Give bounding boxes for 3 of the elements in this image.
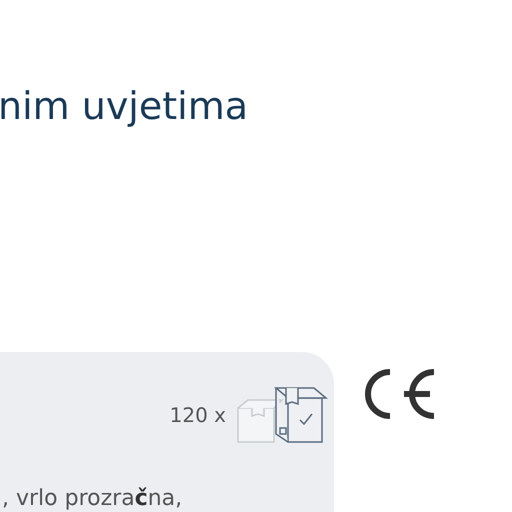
description-text: , vrlo prozračna, [2,486,184,512]
package-quantity: 120 x [170,403,226,427]
page-heading: nim uvjetima [0,83,250,130]
